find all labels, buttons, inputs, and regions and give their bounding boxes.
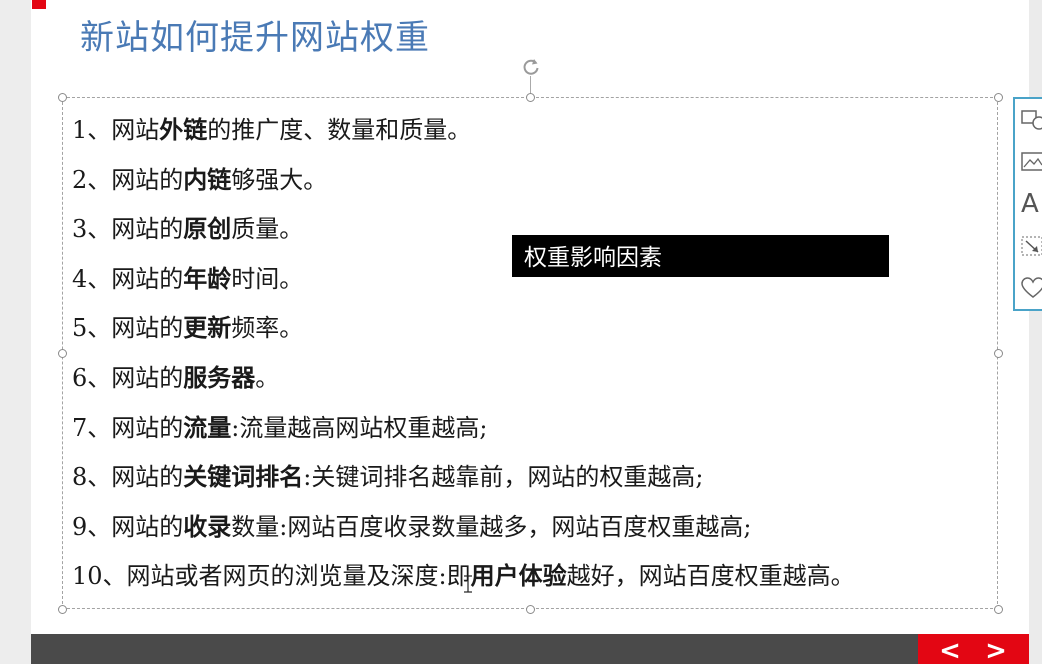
slide-title[interactable]: 新站如何提升网站权重 xyxy=(80,10,430,59)
list-item-keyword: 收录 xyxy=(183,511,232,541)
rotate-handle-icon[interactable] xyxy=(520,56,542,78)
list-item-text: 5、网站的 xyxy=(72,314,184,343)
resize-handle-bottom-left[interactable] xyxy=(58,605,67,614)
list-item-keyword: 外链 xyxy=(159,115,208,144)
text-icon[interactable]: A xyxy=(1021,191,1042,217)
tooltip: 权重影响因素 xyxy=(512,235,889,277)
list-item: 1、网站外链的推广度、数量和质量。 xyxy=(72,112,855,162)
list-item-keyword: 用户体验 xyxy=(470,561,567,591)
list-item-text: :关键词排名越靠前，网站的权重越高; xyxy=(303,463,704,492)
resize-handle-top-left[interactable] xyxy=(58,93,67,102)
list-item-text: 10、网站或者网页的浏览量及深度:即 xyxy=(72,562,471,591)
list-item-keyword: 服务器 xyxy=(183,362,256,392)
list-item: 7、网站的流量:流量越高网站权重越高; xyxy=(72,410,855,460)
list-item-keyword: 原创 xyxy=(183,214,232,244)
list-item-text: 频率。 xyxy=(231,314,304,343)
next-slide-button[interactable]: > xyxy=(976,634,1016,664)
list-item: 6、网站的服务器。 xyxy=(72,360,855,410)
slide-navigation: < > xyxy=(918,634,1029,664)
resize-handle-right[interactable] xyxy=(994,349,1003,358)
text-cursor-icon xyxy=(462,574,474,594)
picture-icon[interactable] xyxy=(1021,149,1042,175)
list-item-text: 越好，网站百度权重越高。 xyxy=(566,562,855,591)
list-item: 9、网站的收录数量:网站百度收录数量越多，网站百度权重越高; xyxy=(72,509,855,559)
list-item-keyword: 内链 xyxy=(183,164,232,194)
list-item-text: 8、网站的 xyxy=(72,463,184,492)
list-item-keyword: 关键词排名 xyxy=(183,462,304,492)
list-item-text: :流量越高网站权重越高; xyxy=(231,413,488,442)
list-item-text: 质量。 xyxy=(231,215,304,244)
list-item-keyword: 年龄 xyxy=(183,263,232,293)
list-item-text: 时间。 xyxy=(231,264,304,293)
list-item-text: 7、网站的 xyxy=(72,413,184,442)
list-item-text: 3、网站的 xyxy=(72,215,184,244)
prev-slide-button[interactable]: < xyxy=(930,634,970,664)
quick-layout-toolbar: A xyxy=(1013,97,1042,311)
list-item-text: 6、网站的 xyxy=(72,363,184,392)
resize-icon[interactable] xyxy=(1021,233,1042,259)
list-item: 2、网站的内链够强大。 xyxy=(72,162,855,212)
bottom-bar xyxy=(31,634,918,664)
red-corner-accent xyxy=(32,0,46,9)
list-item-text: 9、网站的 xyxy=(72,512,184,541)
heart-icon[interactable] xyxy=(1021,275,1042,301)
list-item-text: 4、网站的 xyxy=(72,264,184,293)
list-item-text: 。 xyxy=(255,363,280,392)
list-item-keyword: 流量 xyxy=(183,412,232,442)
left-margin xyxy=(0,0,31,664)
list-item-keyword: 更新 xyxy=(183,313,232,343)
list-item-text: 够强大。 xyxy=(231,165,328,194)
resize-handle-top[interactable] xyxy=(526,93,535,102)
resize-handle-left[interactable] xyxy=(58,349,67,358)
factor-list[interactable]: 1、网站外链的推广度、数量和质量。 2、网站的内链够强大。 3、网站的原创质量。 4、… xyxy=(72,112,855,608)
list-item-text: 数量:网站百度收录数量越多，网站百度权重越高; xyxy=(231,512,752,541)
presentation-editor: 新站如何提升网站权重 1、网站外链的推广度、数量和质量。 2、网站的内链够强大。 3… xyxy=(0,0,1042,664)
resize-handle-bottom-right[interactable] xyxy=(994,605,1003,614)
list-item-text: 2、网站的 xyxy=(72,165,184,194)
list-item-text: 的推广度、数量和质量。 xyxy=(207,116,472,144)
list-item-text: 1、网站 xyxy=(72,116,160,144)
shapes-icon[interactable] xyxy=(1021,107,1042,133)
resize-handle-top-right[interactable] xyxy=(994,93,1003,102)
list-item: 5、网站的更新频率。 xyxy=(72,310,855,360)
list-item: 8、网站的关键词排名:关键词排名越靠前，网站的权重越高; xyxy=(72,459,855,509)
